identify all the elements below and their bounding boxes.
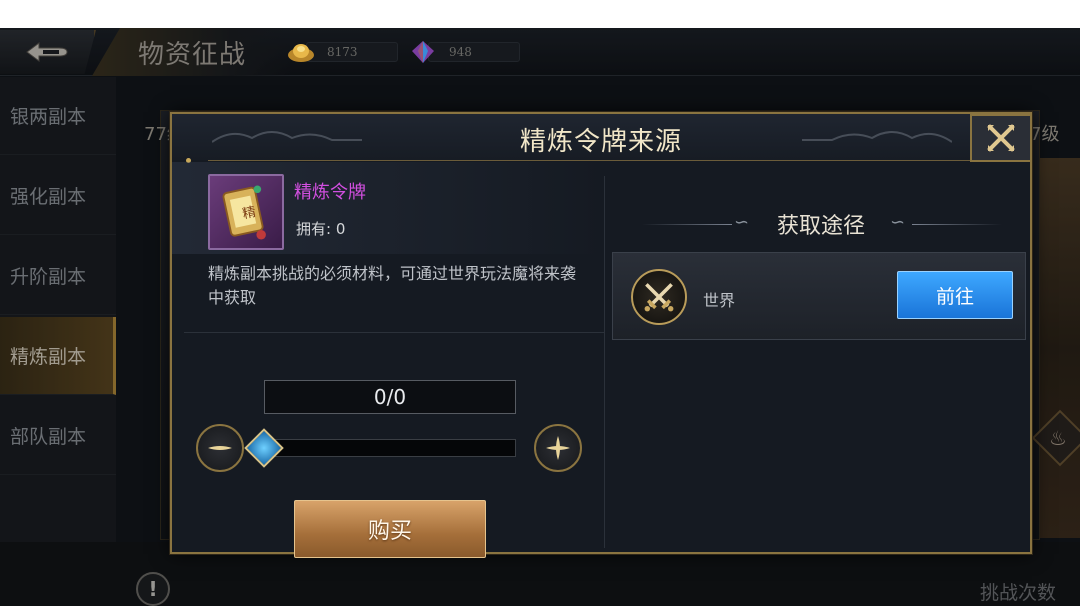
item-panel: 精 精炼令牌 拥有: 0 精炼副本挑战的必须材料，可通过世界玩法魔将来袭中获取 … (172, 162, 604, 558)
refine-token-icon: 精 (208, 174, 284, 250)
close-icon (987, 124, 1015, 152)
decrease-button[interactable] (196, 424, 244, 472)
gold-ingot-icon (288, 44, 314, 62)
slider-handle[interactable] (244, 428, 284, 468)
panel-divider-vertical (604, 176, 605, 548)
quantity-display: 0/0 (264, 380, 516, 414)
dialog-title: 精炼令牌来源 (519, 127, 682, 157)
owned-separator: : (326, 220, 332, 238)
go-button[interactable]: 前往 (897, 271, 1013, 319)
crossed-swords-icon (631, 269, 687, 325)
owned-count: 拥有: 0 (296, 218, 345, 239)
increase-button[interactable] (534, 424, 582, 472)
owned-value: 0 (335, 220, 346, 238)
header-divider (208, 160, 1008, 161)
decorative-line (912, 224, 1002, 225)
owned-label: 拥有 (296, 220, 327, 238)
close-button[interactable] (970, 114, 1032, 162)
sources-header: ∽ 获取途径 ∽ (612, 208, 1030, 242)
buy-button[interactable]: 购买 (294, 500, 486, 558)
quantity-slider[interactable] (264, 439, 516, 457)
item-name: 精炼令牌 (294, 182, 366, 203)
panel-divider (184, 332, 604, 333)
minus-icon (208, 446, 232, 450)
item-source-dialog: 精炼令牌来源 精 精炼令牌 拥有: 0 精炼副本挑战的必须材料，可通过世界玩法魔… (170, 112, 1032, 558)
source-route-row: 世界 前往 (612, 252, 1026, 340)
item-description: 精炼副本挑战的必须材料，可通过世界玩法魔将来袭中获取 (208, 264, 577, 307)
plus-icon (546, 436, 570, 460)
route-name: 世界 (703, 291, 736, 310)
scroll-ornament-icon: ∽ (890, 212, 906, 233)
gem-icon (412, 41, 434, 63)
game-screen: 物资征战 8173 948 银两副本 强化副本 升阶副本 精炼副本 部队副本 7 (0, 28, 1080, 606)
dialog-header: 精炼令牌来源 (172, 114, 1030, 160)
